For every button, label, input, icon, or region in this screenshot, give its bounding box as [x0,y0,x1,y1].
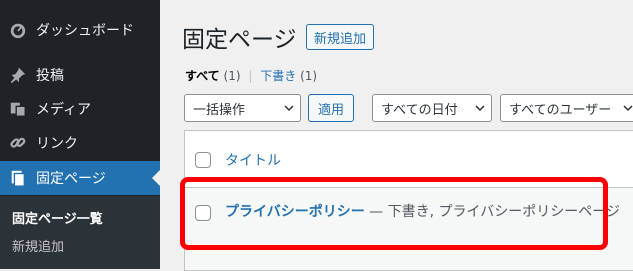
date-filter-value: すべての日付 [381,102,458,118]
sidebar-item-posts[interactable]: 投稿 [0,58,160,92]
user-filter-select[interactable]: すべてのユーザー [500,94,633,122]
sidebar-item-label: メディア [36,102,92,118]
filter-all[interactable]: すべて [185,69,220,83]
filter-draft-count: (1) [300,69,318,83]
column-title-header[interactable]: タイトル [225,150,281,170]
sidebar-item-media[interactable]: メディア [0,92,160,126]
user-filter-value: すべてのユーザー [509,102,612,118]
sidebar-item-label: 固定ページ [36,171,106,187]
filter-all-count: (1) [223,69,241,83]
sidebar-item-pages[interactable]: 固定ページ [0,161,160,195]
dashboard-icon [8,20,28,40]
submenu-item-add-new[interactable]: 新規追加 [12,236,64,255]
chevron-down-icon [284,105,294,112]
add-new-button[interactable]: 新規追加 [306,24,375,50]
sidebar-item-label: 投稿 [36,68,64,84]
submenu-item-all-pages[interactable]: 固定ページ一覧 [12,208,103,227]
bulk-action-value: 一括操作 [193,102,246,118]
sidebar-item-dashboard[interactable]: ダッシュボード [0,13,160,47]
apply-button[interactable]: 適用 [308,94,355,122]
filter-separator: | [248,69,253,83]
sidebar-item-links[interactable]: リンク [0,126,160,160]
sidebar-item-label: リンク [36,136,78,152]
link-icon [8,133,28,153]
pages-submenu: 固定ページ一覧 新規追加 [0,196,160,269]
pushpin-icon [8,65,28,85]
status-filters: すべて (1) | 下書き (1) [185,67,317,84]
bulk-action-select[interactable]: 一括操作 [184,94,301,122]
sidebar-item-label: ダッシュボード [36,23,134,39]
select-all-checkbox[interactable] [195,152,211,168]
chevron-down-icon [475,105,485,112]
filter-draft[interactable]: 下書き [260,69,296,83]
highlight-box [180,177,608,250]
page-title: 固定ページ [182,27,297,53]
date-filter-select[interactable]: すべての日付 [372,94,492,122]
chevron-down-icon [623,105,633,112]
admin-sidebar: ダッシュボード 投稿 メディア リンク 固定ページ 固定ページ一覧 新規追加 [0,0,160,269]
media-icon [8,99,28,119]
page-icon [8,168,28,188]
